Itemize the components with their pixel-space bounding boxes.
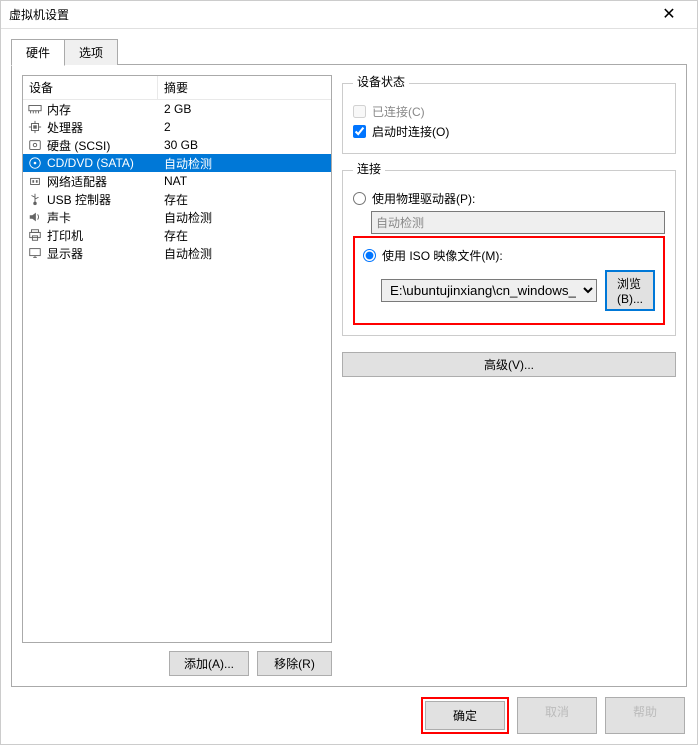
device-status-group: 设备状态 已连接(C) 启动时连接(O) [342,75,676,154]
cd-icon [25,156,45,170]
help-button[interactable]: 帮助 [605,697,685,734]
hardware-device-label: 硬盘 (SCSI) [45,137,158,154]
connection-legend: 连接 [353,160,385,177]
hardware-device-label: 打印机 [45,227,158,244]
tab-options[interactable]: 选项 [64,39,118,65]
connect-poweron-label: 启动时连接(O) [372,123,449,140]
hardware-row-sound[interactable]: 声卡 自动检测 [23,208,331,226]
physical-radio-label: 使用物理驱动器(P): [372,190,475,207]
connect-poweron-checkbox[interactable] [353,125,366,138]
hardware-summary-label: 自动检测 [158,209,331,226]
column-summary: 摘要 [158,76,331,99]
connected-checkbox-row: 已连接(C) [353,103,665,120]
hardware-device-label: USB 控制器 [45,191,158,208]
remove-button[interactable]: 移除(R) [257,651,332,676]
ok-button[interactable]: 确定 [425,701,505,730]
tab-strip: 硬件 选项 [11,39,687,65]
connection-group: 连接 使用物理驱动器(P): 自动检测 使用 ISO 映像文件(M): [342,162,676,336]
iso-path-dropdown[interactable]: E:\ubuntujinxiang\cn_windows_ [381,279,597,302]
hardware-row-disk[interactable]: 硬盘 (SCSI) 30 GB [23,136,331,154]
memory-icon [25,102,45,116]
cancel-button[interactable]: 取消 [517,697,597,734]
window-title: 虚拟机设置 [9,6,649,23]
usb-icon [25,192,45,206]
device-status-legend: 设备状态 [353,73,409,90]
close-icon[interactable]: ✕ [649,2,689,28]
hardware-summary-label: 2 GB [158,102,331,116]
hardware-row-net[interactable]: 网络适配器 NAT [23,172,331,190]
physical-dropdown: 自动检测 [371,211,665,234]
hardware-row-cd[interactable]: CD/DVD (SATA) 自动检测 [23,154,331,172]
hardware-row-display[interactable]: 显示器 自动检测 [23,244,331,262]
hardware-row-cpu[interactable]: 处理器 2 [23,118,331,136]
hardware-list[interactable]: 设备 摘要 内存 2 GB 处理器 2 硬盘 (SCSI) 30 GB CD/D… [22,75,332,643]
hardware-device-label: 显示器 [45,245,158,262]
hardware-device-label: CD/DVD (SATA) [45,156,158,170]
column-device: 设备 [23,76,158,99]
hardware-summary-label: NAT [158,174,331,188]
hardware-row-usb[interactable]: USB 控制器 存在 [23,190,331,208]
cpu-icon [25,120,45,134]
hardware-row-memory[interactable]: 内存 2 GB [23,100,331,118]
iso-highlight-box: 使用 ISO 映像文件(M): E:\ubuntujinxiang\cn_win… [353,236,665,325]
sound-icon [25,210,45,224]
net-icon [25,174,45,188]
hardware-summary-label: 存在 [158,227,331,244]
advanced-button[interactable]: 高级(V)... [342,352,676,377]
physical-radio-row[interactable]: 使用物理驱动器(P): [353,190,665,207]
display-icon [25,246,45,260]
printer-icon [25,228,45,242]
connect-poweron-row[interactable]: 启动时连接(O) [353,123,665,140]
hardware-summary-label: 存在 [158,191,331,208]
hardware-row-printer[interactable]: 打印机 存在 [23,226,331,244]
connected-checkbox [353,105,366,118]
hardware-summary-label: 30 GB [158,138,331,152]
hardware-device-label: 处理器 [45,119,158,136]
iso-radio-label: 使用 ISO 映像文件(M): [382,247,503,264]
ok-highlight: 确定 [421,697,509,734]
iso-radio-row[interactable]: 使用 ISO 映像文件(M): [363,247,655,264]
connected-label: 已连接(C) [372,103,425,120]
physical-radio[interactable] [353,192,366,205]
iso-radio[interactable] [363,249,376,262]
hardware-device-label: 网络适配器 [45,173,158,190]
hardware-device-label: 声卡 [45,209,158,226]
tab-hardware[interactable]: 硬件 [11,39,65,66]
disk-icon [25,138,45,152]
hardware-summary-label: 自动检测 [158,155,331,172]
add-button[interactable]: 添加(A)... [169,651,249,676]
hardware-device-label: 内存 [45,101,158,118]
hardware-summary-label: 2 [158,120,331,134]
browse-button[interactable]: 浏览(B)... [605,270,655,311]
hardware-summary-label: 自动检测 [158,245,331,262]
